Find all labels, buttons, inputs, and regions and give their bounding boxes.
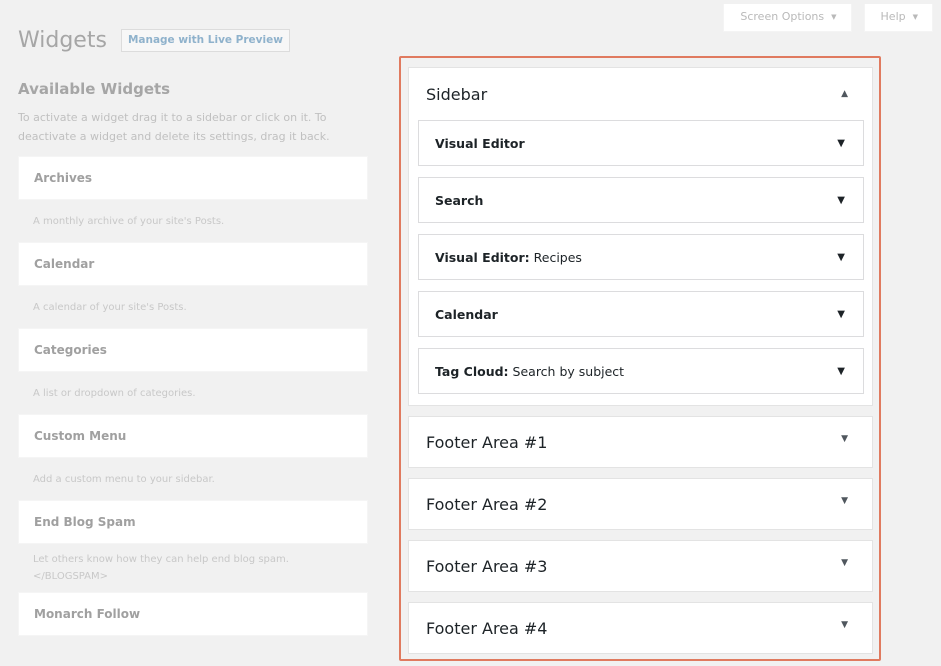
sidebar-area-footer-4[interactable]: Footer Area #4 ▼ (408, 602, 873, 654)
sidebar-widget-subtitle: Recipes (533, 249, 582, 265)
widget-description: Add a custom menu to your sidebar. (33, 473, 215, 485)
widget-description: Let others know how they can help end bl… (33, 554, 289, 582)
widget-archives[interactable]: Archives (18, 156, 368, 200)
sidebar-widget-list: Visual Editor ▼ Search ▼ Visual Editor: … (409, 120, 872, 405)
sidebar-area-footer-1[interactable]: Footer Area #1 ▼ (408, 416, 873, 468)
widget-description: A calendar of your site's Posts. (33, 301, 187, 313)
sidebar-area-footer-2[interactable]: Footer Area #2 ▼ (408, 478, 873, 530)
widget-title: Categories (34, 343, 107, 357)
sidebar-area-footer-3[interactable]: Footer Area #3 ▼ (408, 540, 873, 592)
widget-description: A list or dropdown of categories. (33, 387, 196, 399)
screen-options-label: Screen Options (740, 10, 825, 23)
triangle-down-icon[interactable]: ▼ (841, 558, 848, 568)
widget-custom-menu[interactable]: Custom Menu (18, 414, 368, 458)
sidebar-widget[interactable]: Visual Editor: Recipes ▼ (418, 234, 864, 280)
available-widgets-description: To activate a widget drag it to a sideba… (18, 111, 330, 143)
triangle-down-icon[interactable]: ▼ (837, 366, 845, 377)
manage-live-preview-button[interactable]: Manage with Live Preview (120, 29, 290, 52)
widget-title: Custom Menu (34, 429, 127, 443)
sidebar-widget-title: Visual Editor: (435, 249, 530, 265)
triangle-down-icon[interactable]: ▼ (841, 434, 848, 444)
widget-title: End Blog Spam (34, 515, 136, 529)
sidebar-area-header[interactable]: Sidebar ▲ (409, 68, 872, 120)
sidebar-area-header[interactable]: Footer Area #1 ▼ (409, 417, 872, 467)
triangle-down-icon[interactable]: ▼ (837, 195, 845, 206)
widget-title: Calendar (34, 257, 95, 271)
triangle-down-icon[interactable]: ▼ (841, 496, 848, 506)
triangle-up-icon[interactable]: ▲ (841, 89, 848, 99)
caret-down-icon: ▼ (912, 12, 918, 21)
triangle-down-icon[interactable]: ▼ (837, 309, 845, 320)
widget-end-blog-spam[interactable]: End Blog Spam (18, 500, 368, 544)
sidebar-widget-subtitle: Search by subject (512, 363, 625, 379)
triangle-down-icon[interactable]: ▼ (841, 620, 848, 630)
widget-monarch-follow[interactable]: Monarch Follow (18, 592, 368, 636)
sidebar-area-title: Footer Area #1 (426, 432, 548, 452)
screen-options-tab[interactable]: Screen Options ▼ (723, 4, 852, 32)
screen-meta: Screen Options ▼ Help ▼ (723, 4, 933, 32)
sidebar-area-header[interactable]: Footer Area #2 ▼ (409, 479, 872, 529)
page-header: Widgets Manage with Live Preview (18, 28, 290, 53)
sidebar-widget[interactable]: Visual Editor ▼ (418, 120, 864, 166)
page-title: Widgets (18, 28, 107, 53)
sidebar-widget-title: Calendar (435, 306, 498, 322)
sidebar-area-title: Footer Area #2 (426, 494, 548, 514)
sidebars-panel: Sidebar ▲ Visual Editor ▼ Search ▼ Visua… (399, 56, 881, 661)
sidebar-widget-title: Tag Cloud: (435, 363, 509, 379)
sidebar-widget[interactable]: Search ▼ (418, 177, 864, 223)
sidebar-widget[interactable]: Calendar ▼ (418, 291, 864, 337)
sidebar-widget-title: Search (435, 192, 484, 208)
sidebar-area-title: Footer Area #4 (426, 618, 548, 638)
triangle-down-icon[interactable]: ▼ (837, 252, 845, 263)
available-widgets: Available Widgets To activate a widget d… (18, 80, 368, 636)
widget-title: Monarch Follow (34, 607, 141, 621)
triangle-down-icon[interactable]: ▼ (837, 138, 845, 149)
available-widgets-title: Available Widgets (18, 80, 171, 98)
widget-categories[interactable]: Categories (18, 328, 368, 372)
sidebar-widget-title: Visual Editor (435, 135, 525, 151)
sidebar-area-header[interactable]: Footer Area #4 ▼ (409, 603, 872, 653)
caret-down-icon: ▼ (831, 12, 837, 21)
sidebar-area-title: Footer Area #3 (426, 556, 548, 576)
sidebar-area-title: Sidebar (426, 84, 488, 104)
sidebar-widget[interactable]: Tag Cloud: Search by subject ▼ (418, 348, 864, 394)
help-tab[interactable]: Help ▼ (863, 4, 933, 32)
help-label: Help (880, 10, 906, 23)
widget-title: Archives (34, 171, 93, 185)
widget-calendar[interactable]: Calendar (18, 242, 368, 286)
sidebar-area-header[interactable]: Footer Area #3 ▼ (409, 541, 872, 591)
widget-description: A monthly archive of your site's Posts. (33, 215, 225, 227)
sidebar-area-primary: Sidebar ▲ Visual Editor ▼ Search ▼ Visua… (408, 67, 873, 406)
